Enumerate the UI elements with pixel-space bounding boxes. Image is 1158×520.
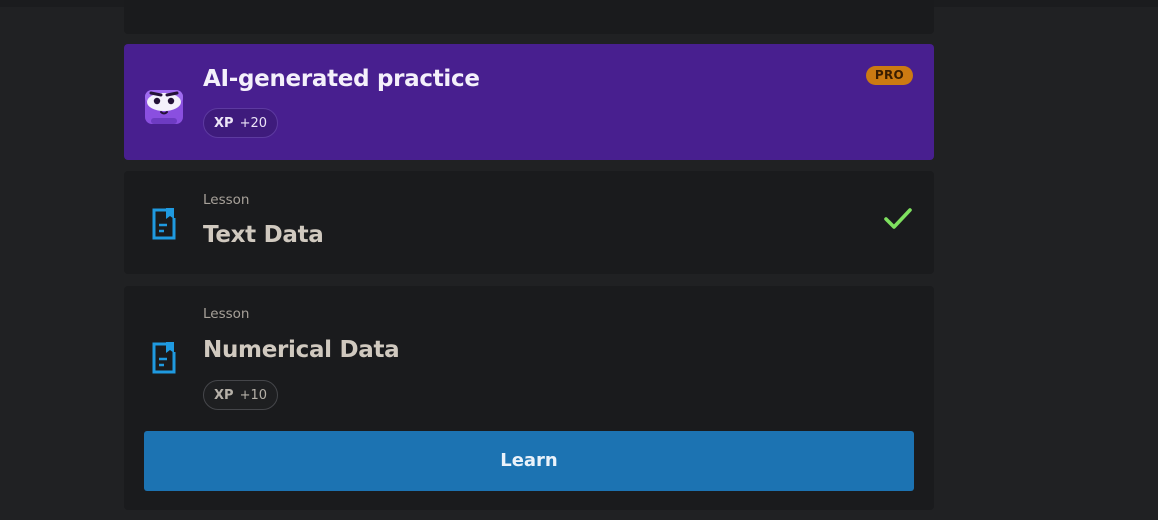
lesson-card-numerical-data[interactable]: Lesson Numerical Data XP +10 Learn [124, 286, 934, 510]
document-icon [152, 342, 176, 374]
document-icon [152, 208, 176, 240]
pro-badge: PRO [865, 66, 913, 85]
lesson-xp-badge: XP +10 [203, 380, 278, 410]
lesson-type-label: Lesson [203, 192, 250, 208]
xp-value: +10 [239, 387, 267, 403]
ai-practice-xp-badge: XP +20 [203, 108, 278, 138]
ai-practice-card[interactable]: AI-generated practice PRO XP +20 [124, 44, 934, 160]
mascot-icon [145, 90, 183, 124]
lesson-type-label: Lesson [203, 306, 250, 322]
lesson-title: Text Data [203, 222, 324, 248]
previous-card [124, 0, 934, 34]
xp-value: +20 [239, 115, 267, 131]
xp-label: XP [214, 115, 234, 131]
lesson-title: Numerical Data [203, 337, 400, 363]
learn-button[interactable]: Learn [144, 431, 914, 491]
ai-practice-title: AI-generated practice [203, 66, 480, 92]
lesson-card-text-data[interactable]: Lesson Text Data [124, 171, 934, 274]
check-icon [884, 208, 912, 229]
xp-label: XP [214, 387, 234, 403]
